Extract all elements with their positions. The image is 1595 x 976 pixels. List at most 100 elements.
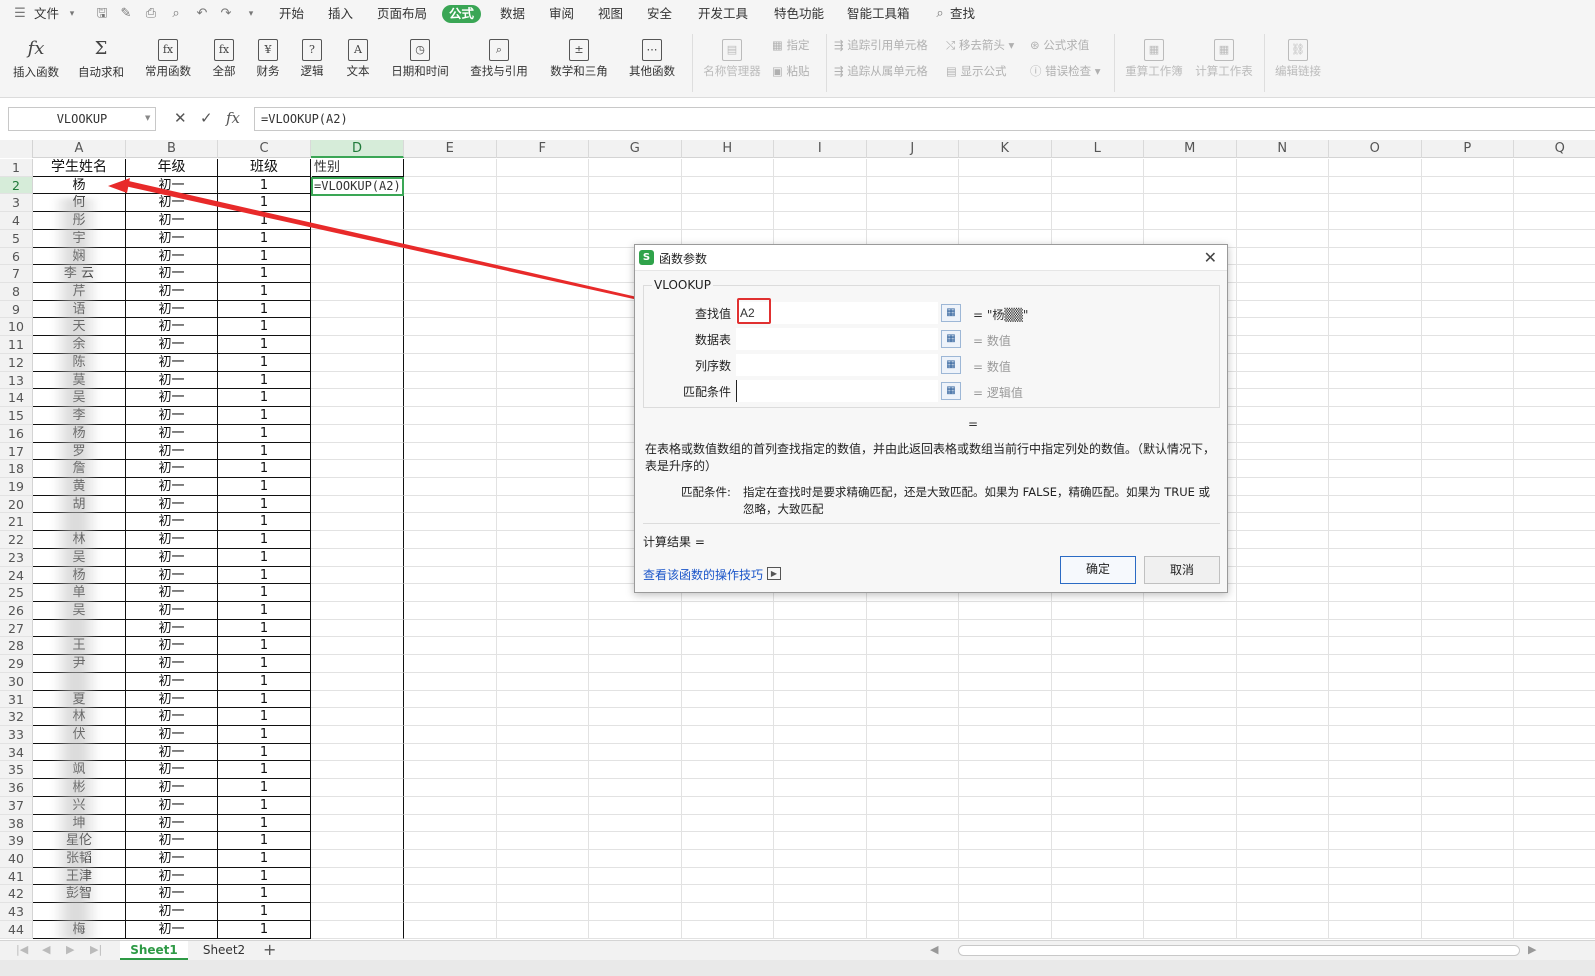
cell-Q28[interactable] (1514, 637, 1595, 656)
datetime-button[interactable]: ◷ 日期和时间 (386, 32, 454, 92)
cell-P8[interactable] (1421, 283, 1514, 301)
cell-E22[interactable] (404, 531, 497, 549)
cell-C5[interactable]: 1 (218, 229, 311, 248)
cell-K26[interactable] (959, 601, 1052, 620)
cell-G41[interactable] (589, 867, 682, 886)
cell-Q30[interactable] (1514, 673, 1595, 691)
cell-M44[interactable] (1144, 920, 1237, 939)
cell-A23[interactable]: 吴 (33, 548, 126, 567)
cell-A40[interactable]: 张韬 (33, 850, 126, 868)
hamburger-icon[interactable]: ☰ (12, 6, 28, 22)
cell-A18[interactable]: 詹 (33, 460, 126, 478)
column-header-O[interactable]: O (1329, 140, 1422, 158)
close-icon[interactable]: ✕ (1204, 248, 1217, 267)
cell-D21[interactable] (311, 513, 404, 532)
cell-F9[interactable] (496, 300, 589, 319)
dialog-titlebar[interactable]: S 函数参数 ✕ (635, 245, 1227, 271)
cell-C3[interactable]: 1 (218, 194, 311, 213)
cell-E38[interactable] (404, 814, 497, 833)
cell-G3[interactable] (589, 194, 682, 213)
cell-D4[interactable] (311, 212, 404, 230)
cell-C20[interactable]: 1 (218, 495, 311, 514)
cell-J29[interactable] (866, 655, 959, 673)
cell-O24[interactable] (1329, 566, 1422, 585)
cell-C35[interactable]: 1 (218, 761, 311, 780)
cell-C19[interactable]: 1 (218, 477, 311, 496)
cell-A39[interactable]: 星伦 (33, 832, 126, 851)
cell-A5[interactable]: 宇 (33, 229, 126, 248)
cell-I2[interactable] (774, 176, 867, 195)
cell-C40[interactable]: 1 (218, 850, 311, 868)
cell-N27[interactable] (1236, 619, 1329, 638)
row-header[interactable]: 3 (0, 194, 33, 213)
cell-M3[interactable] (1144, 194, 1237, 213)
cell-K40[interactable] (959, 850, 1052, 868)
recalc-workbook-button[interactable]: ▦ 重算工作簿 (1122, 32, 1186, 92)
cell-D34[interactable] (311, 743, 404, 762)
cell-D19[interactable] (311, 477, 404, 496)
cell-G34[interactable] (589, 743, 682, 762)
cell-L39[interactable] (1051, 832, 1144, 851)
trace-dependents-button[interactable]: ⇶ 追踪从属单元格 (834, 62, 928, 80)
print-icon[interactable]: ⎙ (143, 6, 159, 22)
cell-N28[interactable] (1236, 637, 1329, 656)
name-box[interactable]: VLOOKUP (8, 107, 156, 131)
cell-D38[interactable] (311, 814, 404, 833)
cell-I42[interactable] (774, 885, 867, 904)
menu-file[interactable]: 文件 (34, 5, 59, 23)
cell-D42[interactable] (311, 885, 404, 904)
cell-D17[interactable] (311, 442, 404, 461)
cell-D40[interactable] (311, 850, 404, 868)
cell-E34[interactable] (404, 743, 497, 762)
cell-A20[interactable]: 胡 (33, 495, 126, 514)
cell-Q19[interactable] (1514, 478, 1595, 496)
cell-O18[interactable] (1329, 460, 1422, 478)
cell-A15[interactable]: 李 (33, 407, 126, 425)
cell-A41[interactable]: 王津 (33, 867, 126, 886)
cell-J4[interactable] (866, 212, 959, 230)
cell-H37[interactable] (681, 796, 774, 815)
cell-J32[interactable] (866, 708, 959, 726)
cell-E6[interactable] (404, 247, 497, 266)
row-header[interactable]: 16 (0, 424, 33, 443)
cell-F16[interactable] (496, 424, 589, 443)
cell-B33[interactable]: 初一 (126, 726, 218, 744)
row-header[interactable]: 33 (0, 726, 33, 744)
cell-D5[interactable] (311, 229, 404, 248)
cell-G43[interactable] (589, 903, 682, 921)
cell-E27[interactable] (404, 619, 497, 638)
cell-N2[interactable] (1236, 176, 1329, 195)
cell-P2[interactable] (1421, 176, 1514, 195)
cell-O32[interactable] (1329, 708, 1422, 726)
cell-Q2[interactable] (1514, 177, 1595, 195)
cell-D25[interactable] (311, 584, 404, 602)
cell-D41[interactable] (311, 867, 404, 886)
menu-tab-start[interactable]: 开始 (279, 5, 304, 23)
cell-I1[interactable] (774, 159, 867, 177)
row-header[interactable]: 40 (0, 850, 33, 868)
cell-Q37[interactable] (1514, 797, 1595, 815)
cell-F44[interactable] (496, 920, 589, 939)
cell-O41[interactable] (1329, 867, 1422, 886)
cell-E2[interactable] (404, 176, 497, 195)
cell-A29[interactable]: 尹 (33, 655, 126, 673)
cell-H36[interactable] (681, 779, 774, 797)
cell-J31[interactable] (866, 690, 959, 709)
insert-function-button[interactable]: fx 插入函数 (10, 32, 62, 92)
cell-K4[interactable] (959, 212, 1052, 230)
cell-A3[interactable]: 何 (33, 194, 126, 213)
customize-icon[interactable]: ▾ (243, 6, 259, 22)
cell-O31[interactable] (1329, 690, 1422, 709)
cell-O7[interactable] (1329, 265, 1422, 284)
cell-H38[interactable] (681, 814, 774, 833)
cell-C31[interactable]: 1 (218, 690, 311, 709)
cell-O20[interactable] (1329, 495, 1422, 514)
cell-Q11[interactable] (1514, 336, 1595, 354)
cell-P1[interactable] (1421, 159, 1514, 177)
cell-O23[interactable] (1329, 548, 1422, 567)
cell-J28[interactable] (866, 637, 959, 656)
cell-F33[interactable] (496, 726, 589, 744)
print-preview-icon[interactable]: ⌕ (168, 6, 184, 22)
row-header[interactable]: 6 (0, 247, 33, 266)
range-picker-icon[interactable]: ▦ (941, 382, 961, 400)
